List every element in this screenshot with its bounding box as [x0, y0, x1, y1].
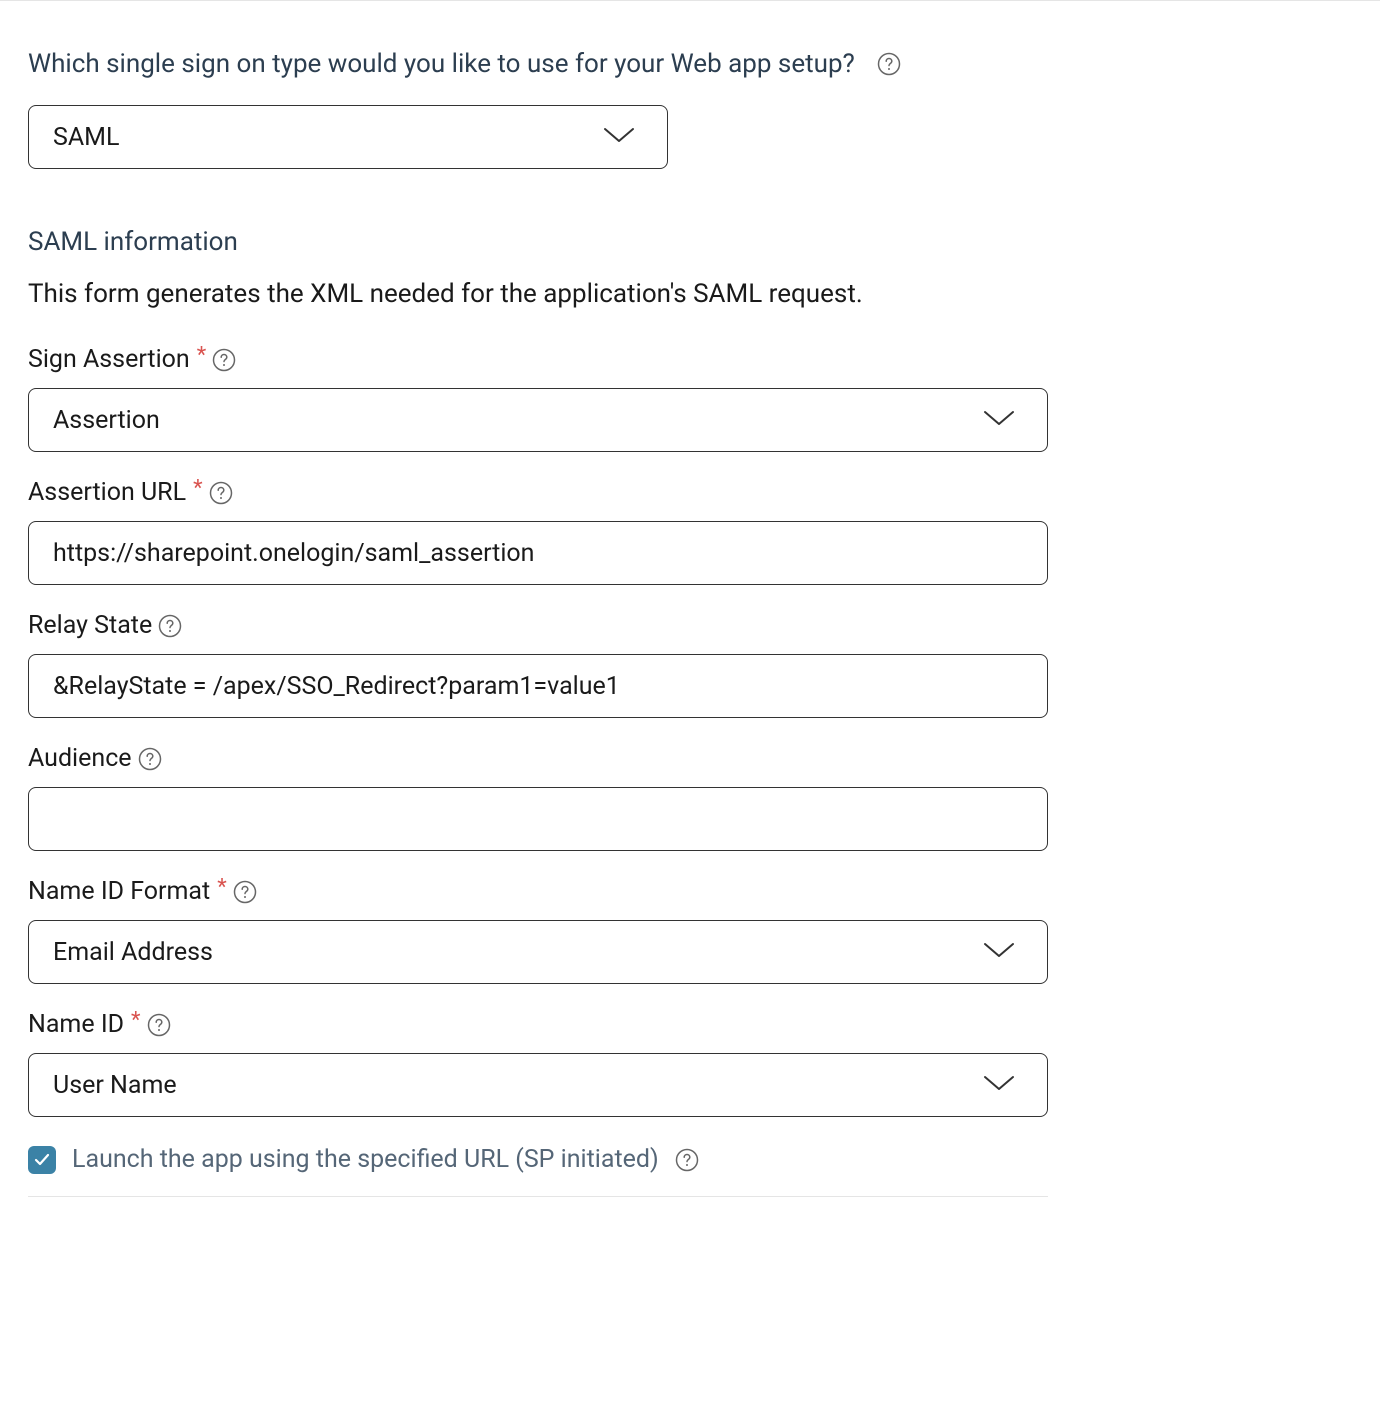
- help-icon[interactable]: [877, 52, 901, 76]
- name-id-format-label: Name ID Format: [28, 877, 210, 906]
- sso-type-value: SAML: [53, 123, 119, 152]
- help-icon[interactable]: [209, 481, 233, 505]
- name-id-format-select[interactable]: Email Address: [28, 920, 1048, 984]
- sp-initiated-checkbox[interactable]: [28, 1146, 56, 1174]
- help-icon[interactable]: [233, 880, 257, 904]
- name-id-value: User Name: [53, 1071, 177, 1100]
- help-icon[interactable]: [158, 614, 182, 638]
- name-id-select[interactable]: User Name: [28, 1053, 1048, 1117]
- help-icon[interactable]: [138, 747, 162, 771]
- sso-type-select[interactable]: SAML: [28, 105, 668, 169]
- help-icon[interactable]: [212, 348, 236, 372]
- sign-assertion-value: Assertion: [53, 406, 160, 435]
- sp-initiated-label: Launch the app using the specified URL (…: [72, 1145, 659, 1174]
- bottom-divider: [28, 1196, 1048, 1197]
- audience-label: Audience: [28, 744, 132, 773]
- chevron-down-icon: [981, 1073, 1017, 1097]
- audience-input[interactable]: [28, 787, 1048, 851]
- saml-section-heading: SAML information: [28, 227, 1352, 257]
- help-icon[interactable]: [675, 1148, 699, 1172]
- chevron-down-icon: [981, 940, 1017, 964]
- chevron-down-icon: [601, 125, 637, 149]
- relay-state-field: Relay State: [28, 611, 1352, 718]
- required-star: *: [197, 343, 206, 368]
- name-id-format-value: Email Address: [53, 938, 213, 967]
- sign-assertion-field: Sign Assertion * Assertion: [28, 345, 1352, 452]
- top-divider: [0, 0, 1380, 1]
- assertion-url-label: Assertion URL: [28, 478, 186, 507]
- chevron-down-icon: [981, 408, 1017, 432]
- relay-state-label: Relay State: [28, 611, 152, 640]
- name-id-label: Name ID: [28, 1010, 124, 1039]
- required-star: *: [217, 875, 226, 900]
- name-id-field: Name ID * User Name: [28, 1010, 1352, 1117]
- assertion-url-field: Assertion URL *: [28, 478, 1352, 585]
- sso-type-header: Which single sign on type would you like…: [28, 49, 1352, 79]
- saml-section-description: This form generates the XML needed for t…: [28, 279, 1352, 309]
- relay-state-input[interactable]: [28, 654, 1048, 718]
- help-icon[interactable]: [147, 1013, 171, 1037]
- sp-initiated-row: Launch the app using the specified URL (…: [28, 1145, 1352, 1174]
- name-id-format-field: Name ID Format * Email Address: [28, 877, 1352, 984]
- assertion-url-input[interactable]: [28, 521, 1048, 585]
- sign-assertion-label: Sign Assertion: [28, 345, 190, 374]
- audience-field: Audience: [28, 744, 1352, 851]
- required-star: *: [193, 476, 202, 501]
- sso-type-question: Which single sign on type would you like…: [28, 49, 855, 79]
- required-star: *: [131, 1008, 140, 1033]
- sign-assertion-select[interactable]: Assertion: [28, 388, 1048, 452]
